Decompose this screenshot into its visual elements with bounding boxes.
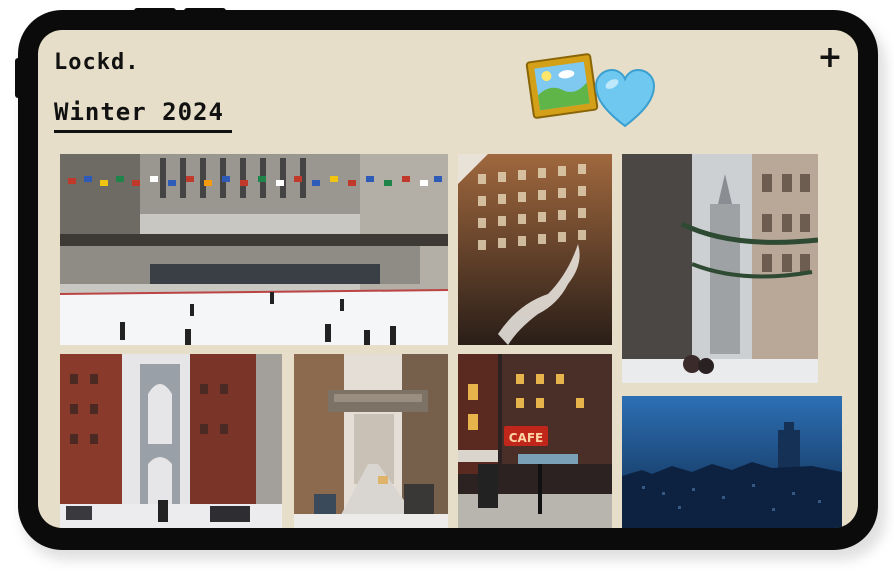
photo-snowy-street[interactable] [622, 154, 818, 383]
photo-bridge-snow[interactable] [60, 354, 282, 528]
skyline-image [622, 396, 842, 528]
sticker-group [524, 50, 664, 136]
photo-ice-rink[interactable] [60, 154, 448, 345]
photo-cafe-night[interactable]: CAFE [458, 354, 612, 528]
rink-image [60, 154, 448, 345]
snowy-street-image [622, 154, 818, 383]
photo-blue-skyline[interactable] [622, 396, 842, 528]
framed-picture-icon [525, 53, 599, 119]
cafe-image: CAFE [458, 354, 612, 528]
steam-building-image [458, 154, 612, 345]
app-screen: Lockd. + Winter 2024 CAFE [38, 30, 858, 528]
photo-steam-building[interactable] [458, 154, 612, 345]
photo-skybridge[interactable] [294, 354, 448, 528]
add-button[interactable]: + [816, 43, 844, 73]
album-title[interactable]: Winter 2024 [54, 98, 232, 133]
app-logo: Lockd. [54, 50, 140, 75]
skybridge-image [294, 354, 448, 528]
cafe-sign-text: CAFE [509, 431, 544, 445]
light-blue-heart-icon [594, 68, 656, 128]
bridge-image [60, 354, 282, 528]
